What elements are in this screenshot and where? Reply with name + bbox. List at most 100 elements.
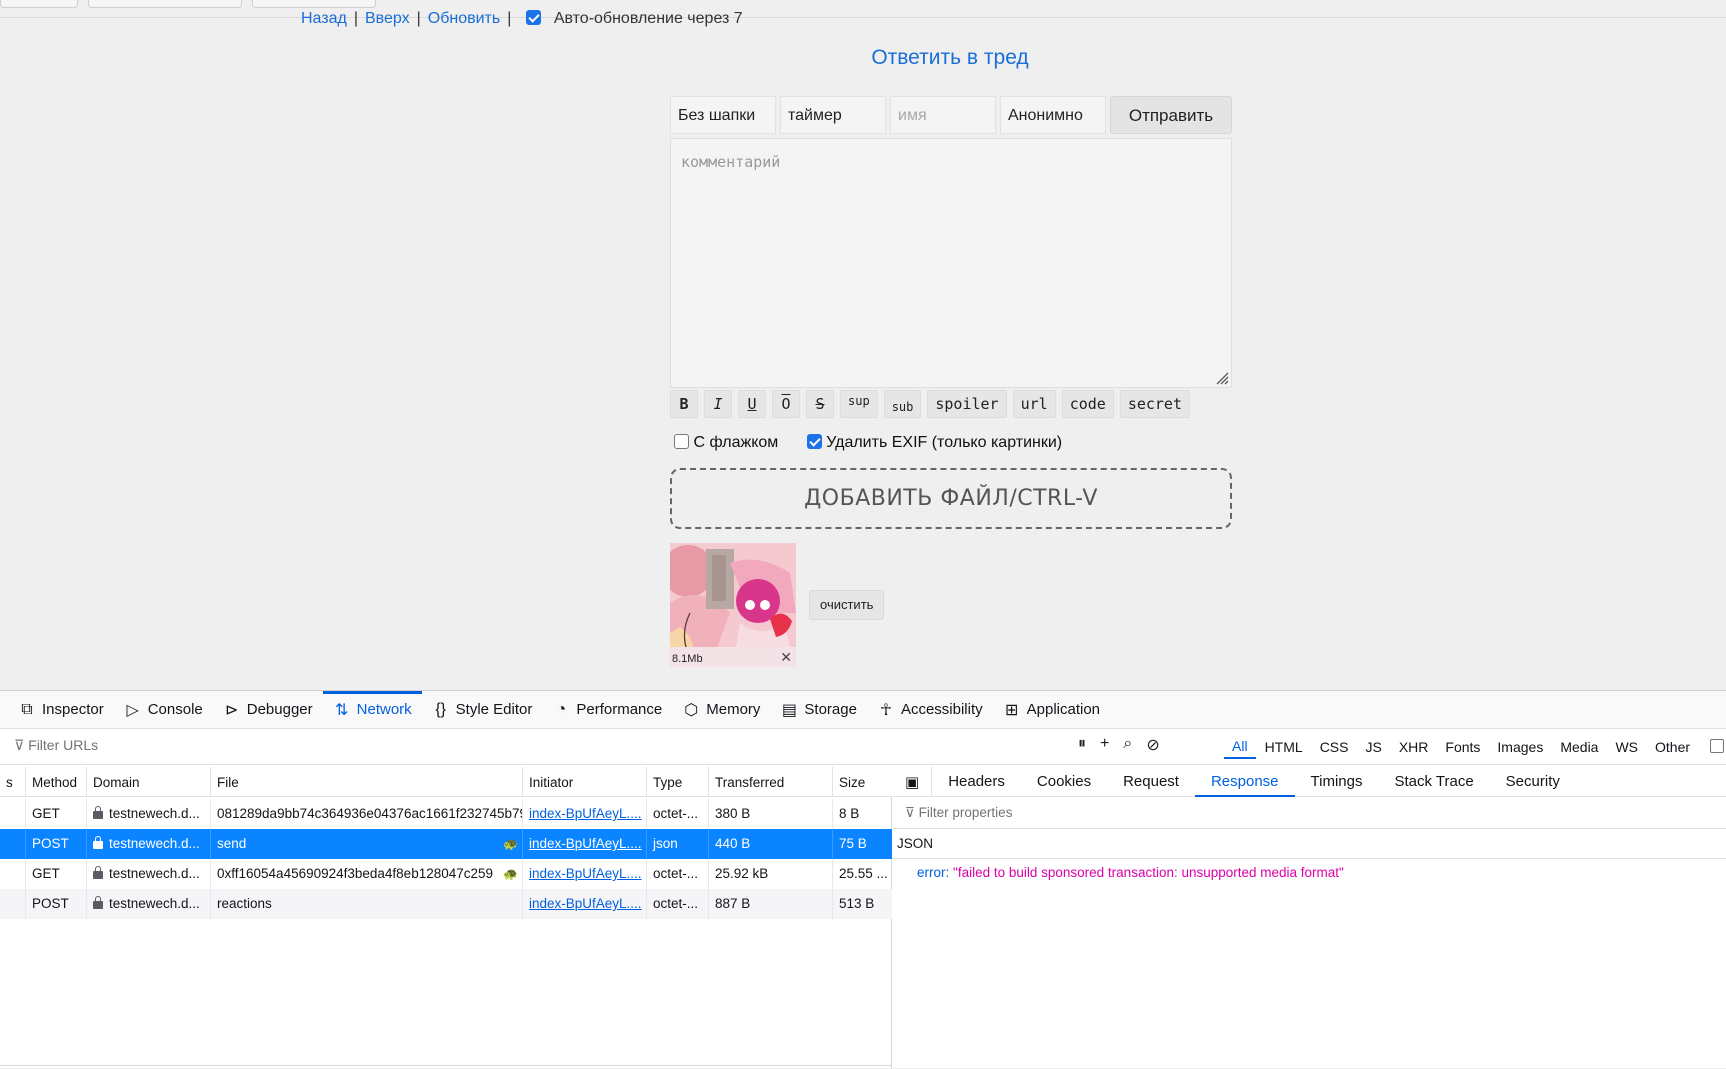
name-input[interactable]: имя: [890, 96, 996, 134]
auto-refresh-checkbox[interactable]: [526, 10, 542, 25]
row-initiator[interactable]: index-BpUfAeyL....: [522, 889, 646, 919]
add-file-dropzone[interactable]: ДОБАВИТЬ ФАЙЛ/CTRL-V: [670, 468, 1232, 529]
underline-button[interactable]: U: [738, 390, 766, 418]
filter-other[interactable]: Other: [1647, 736, 1698, 758]
up-link[interactable]: Вверх: [365, 10, 410, 27]
json-section-header[interactable]: JSON: [893, 829, 1726, 859]
col-initiator[interactable]: Initiator: [522, 767, 646, 797]
tab-accessibility[interactable]: ☥ Accessibility: [867, 691, 993, 728]
requests-table: s Method Domain File Initiator Type Tran…: [0, 767, 892, 1069]
col-transferred[interactable]: Transferred: [708, 767, 832, 797]
back-link[interactable]: Назад: [301, 10, 347, 27]
tab-response[interactable]: Response: [1194, 767, 1295, 797]
code-button[interactable]: code: [1061, 390, 1114, 418]
toggle-sidebar-icon[interactable]: ▣: [893, 767, 933, 796]
filter-js[interactable]: JS: [1357, 736, 1389, 758]
lock-icon: [93, 896, 103, 909]
timer-field[interactable]: таймер: [780, 96, 886, 134]
tab-performance[interactable]: ◔ Performance: [542, 691, 672, 728]
tab-security[interactable]: Security: [1490, 767, 1576, 796]
attachment-thumbnail[interactable]: 8.1Mb ✕: [670, 543, 796, 667]
filter-css[interactable]: CSS: [1312, 736, 1357, 758]
filter-urls-placeholder: Filter URLs: [28, 737, 99, 753]
tab-request[interactable]: Request: [1107, 767, 1195, 796]
flag-checkbox[interactable]: [674, 434, 689, 449]
submit-button[interactable]: Отправить: [1110, 96, 1232, 134]
noheader-field[interactable]: Без шапки: [670, 96, 776, 134]
tab-timings[interactable]: Timings: [1295, 767, 1379, 796]
top-stub[interactable]: [252, 0, 376, 8]
row-domain: testnewech.d...: [86, 799, 210, 829]
col-type[interactable]: Type: [646, 767, 708, 797]
tab-network[interactable]: ⇅ Network: [322, 691, 422, 728]
top-stubs: [0, 0, 1726, 18]
row-size: 8 B: [832, 799, 892, 829]
filter-all[interactable]: All: [1224, 735, 1256, 759]
col-size[interactable]: Size: [832, 767, 892, 797]
filter-images[interactable]: Images: [1489, 736, 1551, 758]
tab-memory[interactable]: ⬡ Memory: [672, 691, 770, 728]
tab-style-editor[interactable]: {} Style Editor: [422, 691, 543, 728]
col-status[interactable]: s: [0, 767, 24, 797]
table-row[interactable]: POST testnewech.d... send 🐢 index-BpUfAey…: [0, 829, 892, 859]
overline-button[interactable]: O: [772, 390, 800, 418]
tab-stack-trace[interactable]: Stack Trace: [1378, 767, 1489, 796]
clear-button[interactable]: очистить: [809, 590, 885, 620]
tab-storage[interactable]: ▤ Storage: [770, 691, 867, 728]
filter-media[interactable]: Media: [1552, 736, 1606, 758]
spoiler-button[interactable]: spoiler: [927, 390, 1007, 418]
clear-icon[interactable]: ⊘: [1146, 735, 1159, 755]
resize-grip-icon[interactable]: [1215, 371, 1229, 385]
filter-xhr[interactable]: XHR: [1391, 736, 1437, 758]
tab-headers[interactable]: Headers: [932, 767, 1021, 796]
italic-button[interactable]: I: [704, 390, 732, 418]
filter-ws[interactable]: WS: [1607, 736, 1646, 758]
strike-button[interactable]: S: [806, 390, 834, 418]
sup-button[interactable]: sup: [840, 390, 878, 418]
col-method[interactable]: Method: [25, 767, 86, 797]
tab-cookies[interactable]: Cookies: [1021, 767, 1107, 796]
filter-properties-input[interactable]: ⊽ Filter properties: [893, 797, 1726, 829]
table-row[interactable]: GET testnewech.d... 0xff16054a45690924f3…: [0, 859, 892, 889]
auto-refresh-label: Авто-обновление через 7: [553, 10, 743, 27]
sub-button[interactable]: sub: [883, 390, 922, 418]
col-domain[interactable]: Domain: [86, 767, 210, 797]
filter-urls-input[interactable]: ⊽ Filter URLs: [14, 737, 98, 754]
top-stub[interactable]: [0, 0, 78, 8]
row-initiator[interactable]: index-BpUfAeyL....: [522, 799, 646, 829]
row-domain: testnewech.d...: [86, 889, 210, 919]
remove-attachment-icon[interactable]: ✕: [780, 649, 792, 666]
exif-checkbox[interactable]: [806, 434, 822, 449]
filter-html[interactable]: HTML: [1257, 736, 1311, 758]
row-initiator[interactable]: index-BpUfAeyL....: [522, 829, 646, 859]
url-button[interactable]: url: [1012, 390, 1056, 418]
table-row[interactable]: POST testnewech.d... reactions index-BpU…: [0, 889, 892, 919]
tab-label: Debugger: [246, 701, 313, 718]
disable-cache-checkbox[interactable]: [1710, 739, 1724, 753]
col-file[interactable]: File: [210, 767, 522, 797]
table-row[interactable]: GET testnewech.d... 081289da9bb74c364936…: [0, 799, 892, 829]
horizontal-scrollbar[interactable]: [0, 1065, 892, 1069]
secret-button[interactable]: secret: [1119, 390, 1190, 418]
comment-textarea[interactable]: комментарий: [670, 138, 1232, 388]
page-area: Назад | Вверх | Обновить | Авто-обновление че…: [0, 0, 1726, 690]
reply-title[interactable]: Ответить в тред: [670, 46, 1230, 70]
tab-label: Network: [356, 701, 412, 718]
tab-console[interactable]: ▷ Console: [114, 691, 213, 728]
tab-debugger[interactable]: ⊳ Debugger: [213, 691, 323, 728]
top-stub[interactable]: [88, 0, 242, 8]
pause-icon[interactable]: ⏸: [1078, 735, 1086, 755]
refresh-link[interactable]: Обновить: [428, 10, 500, 27]
tab-application[interactable]: ⊞ Application: [993, 691, 1110, 728]
row-initiator[interactable]: index-BpUfAeyL....: [522, 859, 646, 889]
row-method: GET: [25, 799, 86, 829]
add-icon[interactable]: +: [1100, 735, 1109, 755]
tab-inspector[interactable]: ⧉ Inspector: [8, 691, 114, 728]
filter-fonts[interactable]: Fonts: [1437, 736, 1488, 758]
nav-separator: |: [507, 10, 512, 27]
anon-field[interactable]: Анонимно: [1000, 96, 1106, 134]
bold-button[interactable]: B: [670, 390, 698, 418]
slow-request-icon: 🐢: [503, 867, 518, 881]
row-type: json: [646, 829, 708, 859]
search-icon[interactable]: ⌕: [1123, 735, 1132, 755]
